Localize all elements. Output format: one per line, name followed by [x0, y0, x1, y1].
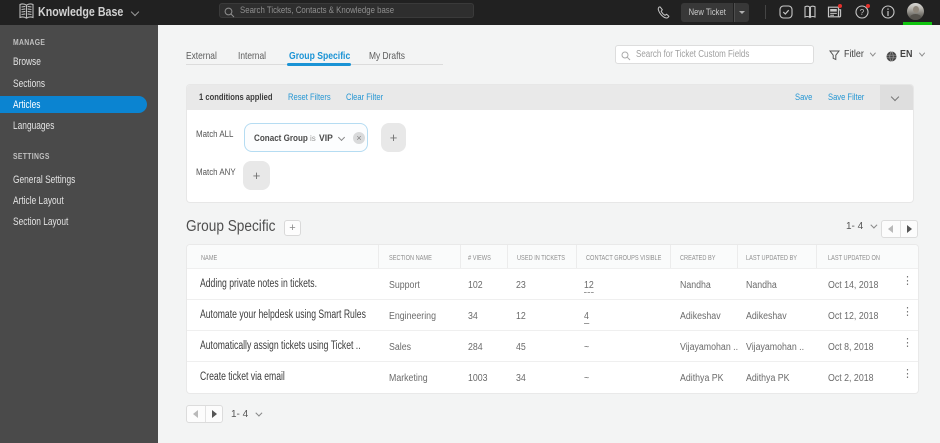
svg-text:?: ? [860, 8, 865, 17]
